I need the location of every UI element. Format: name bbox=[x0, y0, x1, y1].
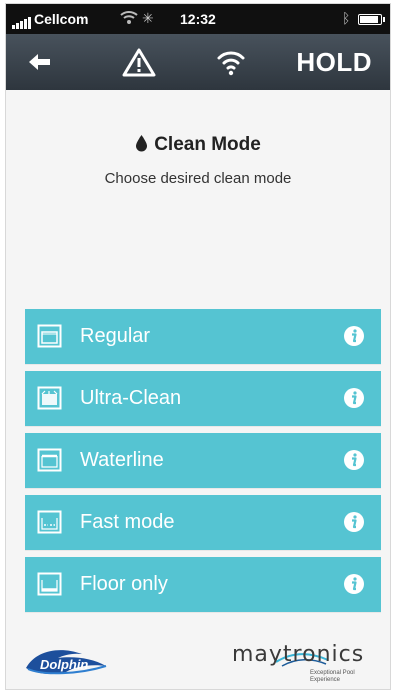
pool-fast-mode-icon bbox=[37, 510, 62, 534]
wifi-icon bbox=[217, 51, 245, 76]
warning-triangle-icon bbox=[122, 48, 156, 77]
dolphin-logo: Dolphin bbox=[26, 650, 107, 675]
mode-fast-mode[interactable]: Fast mode bbox=[25, 495, 381, 550]
battery-icon bbox=[358, 14, 385, 25]
mode-label: Ultra-Clean bbox=[80, 387, 182, 409]
pool-waterline-icon bbox=[37, 448, 62, 472]
dolphin-logo-text: Dolphin bbox=[40, 657, 88, 672]
mode-label: Waterline bbox=[80, 449, 164, 471]
activity-spinner-icon: ✳ bbox=[142, 10, 154, 26]
info-icon[interactable] bbox=[343, 387, 365, 409]
warning-button[interactable] bbox=[122, 47, 156, 82]
status-wifi-icon bbox=[120, 9, 138, 28]
info-icon[interactable] bbox=[343, 449, 365, 471]
pool-ultra-clean-icon bbox=[37, 386, 62, 410]
status-bar: Cellcom ✳ 12:32 ᛒ bbox=[6, 4, 390, 34]
mode-label: Fast mode bbox=[80, 511, 175, 533]
mode-ultra-clean[interactable]: Ultra-Clean bbox=[25, 371, 381, 426]
info-icon[interactable] bbox=[343, 511, 365, 533]
pool-regular-icon bbox=[37, 324, 62, 348]
mode-label: Floor only bbox=[80, 573, 168, 595]
hold-button[interactable]: HOLD bbox=[296, 47, 372, 78]
info-icon[interactable] bbox=[343, 325, 365, 347]
water-drop-icon bbox=[136, 135, 148, 152]
info-icon[interactable] bbox=[343, 573, 365, 595]
app-screen: Cellcom ✳ 12:32 ᛒ HOLD Clean Mode Choose… bbox=[5, 3, 391, 690]
maytronics-logo: maytronics Exceptional Pool Experience bbox=[232, 640, 382, 686]
carrier-name: Cellcom bbox=[34, 11, 89, 27]
status-time: 12:32 bbox=[180, 11, 216, 27]
page-subtitle: Choose desired clean mode bbox=[104, 170, 292, 187]
wifi-button[interactable] bbox=[216, 47, 246, 82]
maytronics-tagline: Exceptional Pool Experience bbox=[310, 670, 355, 683]
page-title-text: Clean Mode bbox=[154, 134, 261, 155]
page-title: Clean Mode bbox=[6, 134, 390, 156]
pool-floor-only-icon bbox=[37, 572, 62, 596]
mode-regular[interactable]: Regular bbox=[25, 309, 381, 364]
mode-waterline[interactable]: Waterline bbox=[25, 433, 381, 488]
clean-mode-list: Regular Ultra-Clean Waterline Fast mode … bbox=[25, 309, 381, 619]
mode-floor-only[interactable]: Floor only bbox=[25, 557, 381, 612]
bluetooth-icon: ᛒ bbox=[342, 10, 351, 26]
maytronics-logo-text: maytronics bbox=[232, 642, 365, 667]
nav-bar: HOLD bbox=[6, 34, 390, 90]
arrow-left-icon bbox=[29, 54, 50, 70]
back-button[interactable] bbox=[26, 48, 56, 76]
mode-label: Regular bbox=[80, 325, 151, 347]
